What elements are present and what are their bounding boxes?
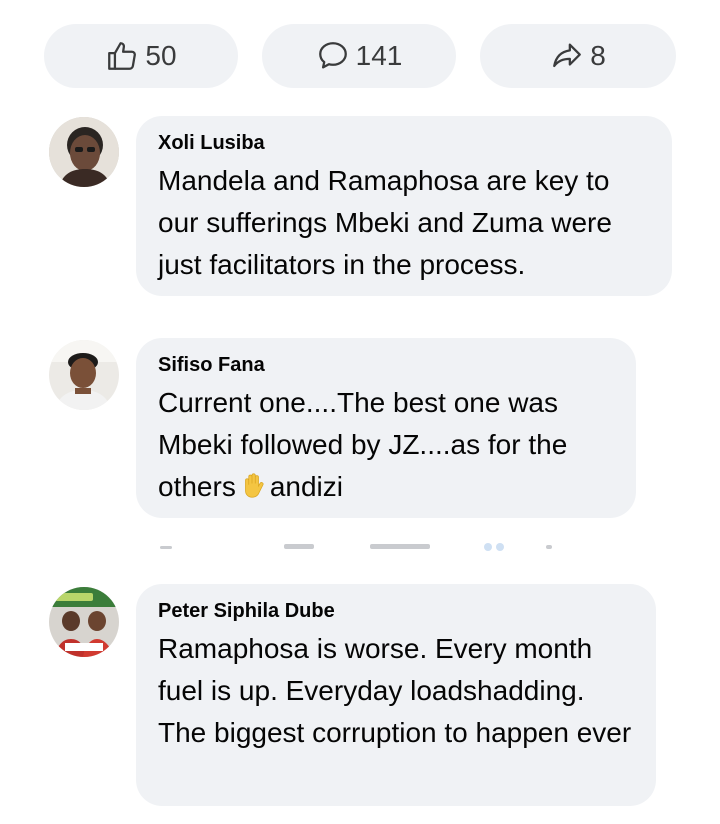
share-button[interactable]: 8: [480, 24, 676, 88]
reaction-bar: 50 141 8: [44, 24, 676, 88]
comment-text-after: andizi: [269, 471, 343, 502]
comment-text: Mandela and Ramaphosa are key to our suf…: [158, 165, 612, 280]
comment-bubble: Xoli Lusiba Mandela and Ramaphosa are ke…: [136, 116, 672, 296]
share-count: 8: [590, 40, 606, 71]
comment-text: Ramaphosa is worse. Every month fuel is …: [158, 633, 632, 748]
comment-count: 141: [355, 40, 403, 71]
avatar[interactable]: [49, 587, 119, 657]
avatar[interactable]: [49, 117, 119, 187]
avatar[interactable]: [49, 340, 119, 410]
raised-hand-icon: [238, 471, 268, 501]
thumbs-up-icon: [105, 39, 139, 73]
comment-bubble: Peter Siphila Dube Ramaphosa is worse. E…: [136, 584, 656, 806]
comment-bubble: Sifiso Fana Current one....The best one …: [136, 338, 636, 518]
comment-author[interactable]: Peter Siphila Dube: [158, 598, 634, 624]
comment-author[interactable]: Xoli Lusiba: [158, 130, 650, 156]
share-arrow-icon: [550, 39, 584, 73]
like-button[interactable]: 50: [44, 24, 238, 88]
comment-author[interactable]: Sifiso Fana: [158, 352, 614, 378]
comment-text: Current one....The best one was Mbeki fo…: [158, 382, 614, 508]
hidden-comment-fragment: [160, 538, 560, 551]
like-count: 50: [145, 40, 177, 71]
comment-bubble-icon: [316, 39, 350, 73]
comment-button[interactable]: 141: [262, 24, 456, 88]
comment-text-before: Current one....The best one was Mbeki fo…: [158, 387, 568, 502]
